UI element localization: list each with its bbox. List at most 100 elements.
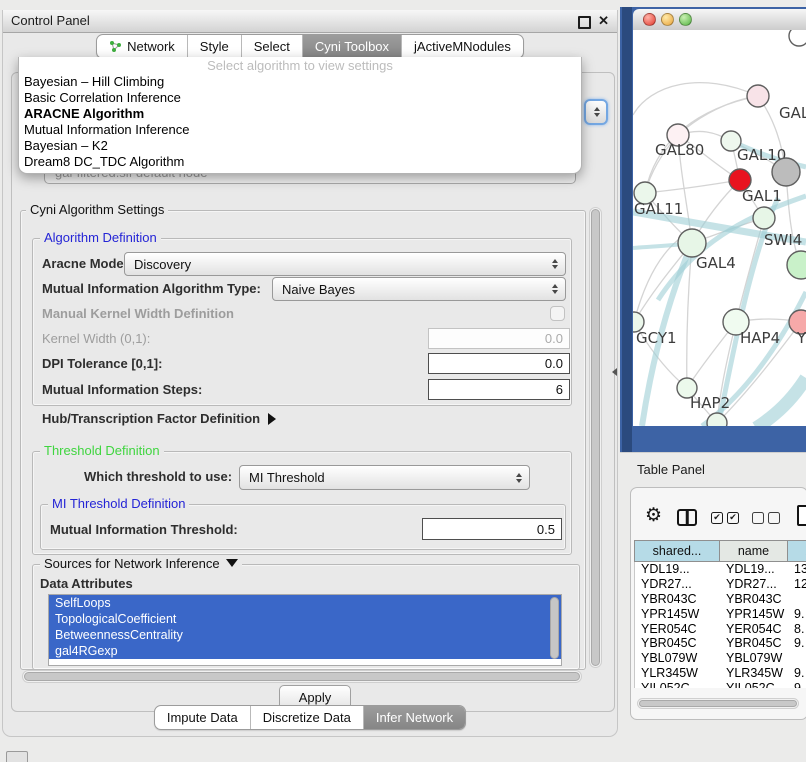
attribute-item[interactable]: gal4RGexp	[49, 643, 561, 659]
node-label: GCY1	[636, 329, 677, 347]
algorithm-option[interactable]: ARACNE Algorithm	[19, 106, 581, 122]
unchecked-column-icon[interactable]	[768, 512, 780, 524]
tab-impute-data-label: Impute Data	[167, 710, 238, 725]
tab-cyni-toolbox[interactable]: Cyni Toolbox	[302, 35, 401, 58]
table-cell: 9.	[788, 636, 806, 650]
table-cell: YIL052C	[720, 681, 788, 688]
zoom-traffic-light-icon[interactable]	[679, 13, 692, 26]
algorithm-option[interactable]: Dream8 DC_TDC Algorithm	[19, 154, 581, 170]
table-column-header[interactable]: A	[788, 541, 806, 561]
collapsed-panel-icon[interactable]	[6, 751, 28, 762]
table-cell: 13	[788, 562, 806, 576]
table-row[interactable]: YBL079WYBL079W	[635, 651, 806, 666]
tab-discretize-data[interactable]: Discretize Data	[250, 706, 363, 729]
network-node[interactable]	[707, 413, 727, 426]
tab-select[interactable]: Select	[241, 35, 302, 58]
tab-infer-network[interactable]: Infer Network	[363, 706, 465, 729]
table-cell: 12	[788, 577, 806, 591]
network-node[interactable]	[753, 207, 775, 229]
tab-style[interactable]: Style	[187, 35, 241, 58]
checked-column-icon[interactable]: ✔	[711, 512, 723, 524]
minimize-traffic-light-icon[interactable]	[661, 13, 674, 26]
table-cell: YDR27...	[635, 577, 720, 591]
float-window-icon[interactable]	[578, 16, 591, 29]
node-label: Y	[796, 329, 806, 347]
gear-icon[interactable]: ⚙	[645, 505, 662, 527]
focused-combo-stepper[interactable]	[584, 99, 608, 125]
node-label: SWI4	[764, 231, 802, 249]
tab-jactivemnodules[interactable]: jActiveMNodules	[401, 35, 523, 58]
hub-section-toggle[interactable]: Hub/Transcription Factor Definition	[42, 411, 276, 427]
which-threshold-label: Which threshold to use:	[84, 469, 232, 485]
network-node[interactable]	[772, 158, 800, 186]
kernel-width-field[interactable]: 0.0	[428, 328, 570, 349]
attribute-item[interactable]: BetweennessCentrality	[49, 627, 561, 643]
algorithm-option[interactable]: Bayesian – Hill Climbing	[19, 74, 581, 90]
table-column-header[interactable]: shared...	[635, 541, 720, 561]
attributes-list-scrollbar[interactable]	[550, 597, 559, 659]
network-edge	[645, 180, 740, 193]
table-horizontal-scrollbar[interactable]	[637, 698, 799, 709]
network-node[interactable]	[747, 85, 769, 107]
attribute-item[interactable]: TopologicalCoefficient	[49, 611, 561, 627]
table-row[interactable]: YBR043CYBR043C	[635, 592, 806, 607]
table-row[interactable]: YBR045CYBR045C9.	[635, 636, 806, 651]
settings-horizontal-scrollbar[interactable]	[22, 670, 582, 683]
table-column-header[interactable]: name	[720, 541, 788, 561]
dpi-tolerance-field[interactable]: 0.0	[428, 353, 570, 374]
which-threshold-combo[interactable]: MI Threshold	[239, 465, 530, 490]
table-row[interactable]: YPR145WYPR145W9.	[635, 606, 806, 621]
node-label: GAL	[779, 104, 806, 122]
network-view-canvas[interactable]: GALGAL80GAL10GAL1GAL11SWI4GAL4GCY1HAP4YH…	[633, 30, 806, 426]
mi-threshold-label: Mutual Information Threshold:	[50, 522, 238, 538]
table-row[interactable]: YIL052CYIL052C9.	[635, 680, 806, 688]
table-cell: YBL079W	[635, 651, 720, 665]
mi-type-combo[interactable]: Naive Bayes	[272, 277, 566, 301]
table-row[interactable]: YDR27...YDR27...12	[635, 577, 806, 592]
mi-type-value: Naive Bayes	[282, 282, 355, 297]
table-row[interactable]: YER054CYER054C8.	[635, 621, 806, 636]
collapse-arrow-icon[interactable]	[226, 559, 238, 567]
mi-steps-field[interactable]: 6	[428, 379, 570, 400]
sources-group-toggle[interactable]: Sources for Network Inference	[40, 557, 242, 571]
table-cell: YBR043C	[635, 592, 720, 606]
node-label: GAL4	[696, 254, 736, 272]
node-label: GAL1	[742, 187, 782, 205]
panel-divider-arrow-icon[interactable]	[612, 368, 617, 376]
threshold-definition-title: Threshold Definition	[40, 444, 164, 458]
node-attribute-table: shared...nameA YDL19...YDL19...13YDR27..…	[634, 540, 806, 688]
stepper-arrows-icon	[516, 473, 522, 483]
settings-vertical-scrollbar[interactable]	[589, 207, 602, 668]
node-label: GAL11	[634, 200, 683, 218]
algorithm-option[interactable]: Mutual Information Inference	[19, 122, 581, 138]
algorithm-option[interactable]: Bayesian – K2	[19, 138, 581, 154]
unchecked-column-icon[interactable]	[752, 512, 764, 524]
algorithm-option[interactable]: Basic Correlation Inference	[19, 90, 581, 106]
table-body: YDL19...YDL19...13YDR27...YDR27...12YBR0…	[634, 562, 806, 688]
tab-impute-data[interactable]: Impute Data	[155, 706, 250, 729]
table-row[interactable]: YDL19...YDL19...13	[635, 562, 806, 577]
network-node[interactable]	[789, 30, 806, 46]
manual-kernel-checkbox[interactable]	[550, 306, 565, 321]
table-cell: YDL19...	[635, 562, 720, 576]
data-attributes-label: Data Attributes	[40, 576, 133, 592]
expand-arrow-icon[interactable]	[268, 413, 276, 425]
tab-network-label: Network	[127, 39, 175, 54]
network-node[interactable]	[787, 251, 806, 279]
network-window-titlebar[interactable]	[633, 9, 806, 31]
tab-network[interactable]: Network	[97, 35, 187, 58]
algorithm-definition-title: Algorithm Definition	[40, 231, 161, 245]
checked-column-icon[interactable]: ✔	[727, 512, 739, 524]
page-icon[interactable]	[797, 505, 806, 526]
aracne-mode-combo[interactable]: Discovery	[124, 252, 566, 276]
close-traffic-light-icon[interactable]	[643, 13, 656, 26]
network-node[interactable]	[678, 229, 706, 257]
table-cell: 9.	[788, 666, 806, 680]
table-row[interactable]: YLR345WYLR345W9.	[635, 666, 806, 681]
split-columns-icon[interactable]	[677, 509, 697, 526]
attribute-item[interactable]: SelfLoops	[49, 595, 561, 611]
table-cell: YPR145W	[635, 607, 720, 621]
data-attributes-list[interactable]: SelfLoopsTopologicalCoefficientBetweenne…	[48, 594, 562, 666]
close-icon[interactable]: ✕	[598, 14, 609, 28]
mi-threshold-field[interactable]: 0.5	[422, 518, 562, 540]
